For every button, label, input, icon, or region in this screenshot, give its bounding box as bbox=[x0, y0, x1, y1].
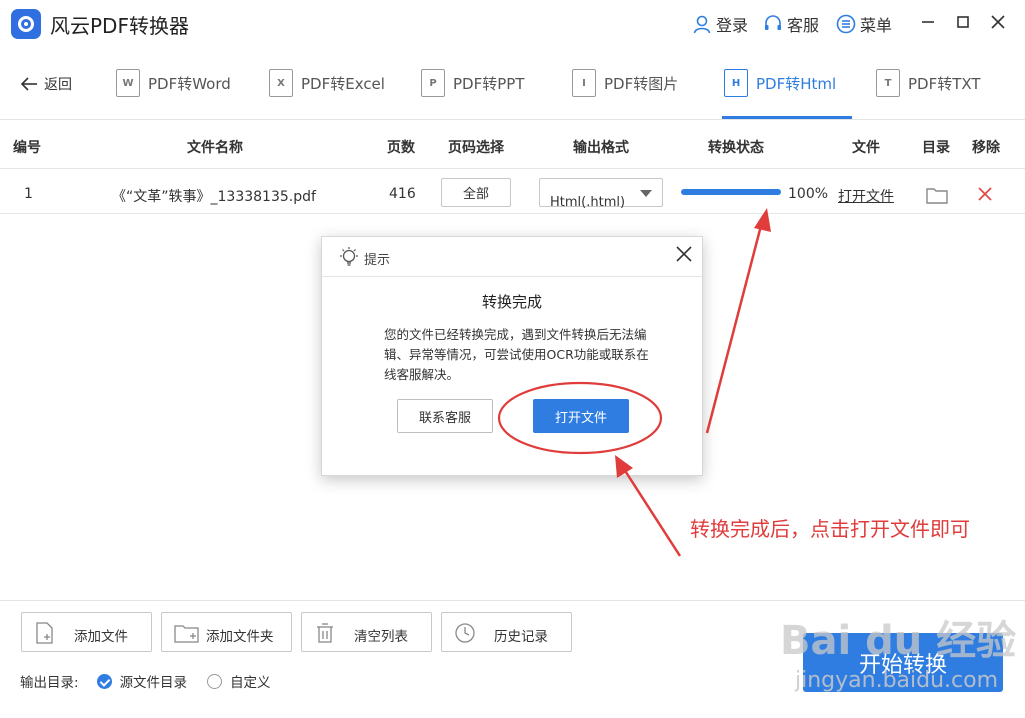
output-dir-label: 输出目录: bbox=[20, 675, 79, 691]
clear-list-label: 清空列表 bbox=[354, 629, 408, 645]
progress-text: 100% bbox=[788, 186, 829, 202]
conversion-complete-dialog: 提示 转换完成 您的文件已经转换完成，遇到文件转换后无法编辑、异常等情况，可尝试… bbox=[321, 236, 703, 476]
source-dir-label: 源文件目录 bbox=[119, 675, 188, 691]
table-header: 编号 文件名称 页数 页码选择 输出格式 转换状态 文件 目录 移除 bbox=[0, 121, 1025, 169]
close-icon bbox=[991, 15, 1005, 29]
menu-button[interactable]: 菜单 bbox=[836, 12, 892, 36]
tab-pdf-to-image[interactable]: I PDF转图片 bbox=[572, 68, 678, 98]
app-title: 风云PDF转换器 bbox=[50, 14, 189, 38]
tab-label: PDF转Excel bbox=[301, 74, 385, 93]
dialog-heading: 转换完成 bbox=[481, 293, 542, 311]
header-range: 页码选择 bbox=[448, 140, 504, 156]
page-range-button[interactable]: 全部 bbox=[441, 178, 511, 207]
progress-fill bbox=[681, 189, 781, 195]
tab-pdf-to-txt[interactable]: T PDF转TXT bbox=[876, 68, 981, 98]
login-button[interactable]: 登录 bbox=[692, 12, 748, 36]
clear-list-button[interactable]: 清空列表 bbox=[301, 612, 432, 652]
header-name: 文件名称 bbox=[187, 140, 243, 156]
login-label: 登录 bbox=[716, 16, 749, 35]
headset-icon bbox=[765, 15, 781, 30]
tab-label: PDF转图片 bbox=[604, 74, 679, 93]
clock-icon bbox=[454, 622, 476, 648]
history-label: 历史记录 bbox=[494, 629, 548, 645]
active-tab-indicator bbox=[722, 116, 852, 119]
back-button[interactable]: 返回 bbox=[20, 74, 72, 94]
output-format-value: Html(.html) bbox=[550, 195, 626, 210]
contact-service-button[interactable]: 联系客服 bbox=[397, 399, 493, 433]
tab-label: PDF转TXT bbox=[908, 74, 981, 93]
menu-icon bbox=[836, 14, 856, 34]
trash-icon bbox=[314, 622, 336, 648]
tab-pdf-to-html[interactable]: H PDF转Html bbox=[724, 68, 836, 98]
header-num: 编号 bbox=[13, 140, 41, 156]
header-file: 文件 bbox=[852, 140, 880, 156]
add-file-button[interactable]: 添加文件 bbox=[21, 612, 152, 652]
pdf-word-icon: W bbox=[116, 69, 140, 97]
menu-label: 菜单 bbox=[860, 16, 893, 35]
radio-source-dir[interactable] bbox=[96, 673, 112, 689]
output-directory: 输出目录: 源文件目录 自定义 bbox=[20, 671, 271, 691]
service-button[interactable]: 客服 bbox=[763, 12, 819, 36]
header-remove: 移除 bbox=[972, 140, 1000, 156]
header-status: 转换状态 bbox=[708, 140, 764, 156]
tab-label: PDF转Word bbox=[148, 74, 231, 93]
tab-label: PDF转PPT bbox=[453, 74, 525, 93]
row-pages: 416 bbox=[389, 186, 416, 202]
add-file-label: 添加文件 bbox=[74, 629, 128, 645]
chevron-down-icon bbox=[640, 190, 652, 197]
minimize-button[interactable] bbox=[918, 12, 938, 32]
dialog-close-icon[interactable] bbox=[676, 245, 692, 267]
title-bar: 风云PDF转换器 登录 客服 菜单 bbox=[0, 0, 1025, 46]
tab-pdf-to-excel[interactable]: X PDF转Excel bbox=[269, 68, 385, 98]
arrow-to-progress bbox=[705, 208, 771, 434]
header-dir: 目录 bbox=[922, 140, 950, 156]
pdf-txt-icon: T bbox=[876, 69, 900, 97]
header-pages: 页数 bbox=[387, 140, 415, 156]
history-button[interactable]: 历史记录 bbox=[441, 612, 572, 652]
add-folder-icon bbox=[174, 622, 200, 648]
row-num: 1 bbox=[24, 186, 33, 202]
dialog-message: 您的文件已经转换完成，遇到文件转换后无法编辑、异常等情况，可尝试使用OCR功能或… bbox=[384, 327, 649, 382]
header-format: 输出格式 bbox=[573, 140, 629, 156]
tab-pdf-to-word[interactable]: W PDF转Word bbox=[116, 68, 231, 98]
watermark-url: jingyan.baidu.com bbox=[795, 668, 999, 693]
remove-icon[interactable] bbox=[977, 186, 993, 207]
bottom-divider bbox=[0, 600, 1025, 601]
row-file-name: 《“文革”轶事》_13338135.pdf bbox=[112, 189, 316, 205]
pdf-ppt-icon: P bbox=[421, 69, 445, 97]
add-folder-button[interactable]: 添加文件夹 bbox=[161, 612, 292, 652]
table-row: 1 《“文革”轶事》_13338135.pdf 416 全部 Html(.htm… bbox=[0, 170, 1025, 214]
annotation-text: 转换完成后，点击打开文件即可 bbox=[690, 517, 970, 541]
arrow-left-icon bbox=[20, 77, 37, 91]
radio-custom-dir[interactable] bbox=[207, 673, 223, 689]
folder-icon[interactable] bbox=[926, 186, 948, 208]
progress-bar bbox=[681, 189, 781, 195]
back-label: 返回 bbox=[44, 77, 72, 93]
tab-pdf-to-ppt[interactable]: P PDF转PPT bbox=[421, 68, 524, 98]
custom-dir-label: 自定义 bbox=[230, 675, 271, 691]
minimize-icon bbox=[922, 21, 934, 23]
baidu-jingyan-watermark: Bai du 经验 bbox=[780, 618, 1017, 664]
tab-label: PDF转Html bbox=[756, 74, 837, 93]
open-file-button[interactable]: 打开文件 bbox=[533, 399, 629, 433]
add-folder-label: 添加文件夹 bbox=[206, 629, 274, 645]
maximize-icon bbox=[957, 16, 969, 28]
pdf-image-icon: I bbox=[572, 69, 596, 97]
tab-bar: 返回 W PDF转Word X PDF转Excel P PDF转PPT I PD… bbox=[0, 46, 1025, 120]
service-label: 客服 bbox=[787, 16, 820, 35]
output-format-select[interactable]: Html(.html) bbox=[539, 178, 663, 210]
dialog-title: 提示 bbox=[364, 253, 391, 268]
close-window-button[interactable] bbox=[988, 12, 1008, 32]
pdf-html-icon: H bbox=[724, 69, 748, 97]
open-file-link[interactable]: 打开文件 bbox=[838, 186, 894, 206]
user-icon bbox=[693, 15, 711, 34]
add-file-icon bbox=[34, 622, 56, 648]
dialog-header: 提示 bbox=[322, 237, 702, 277]
app-logo-icon bbox=[11, 9, 41, 39]
lightbulb-icon bbox=[338, 246, 360, 272]
pdf-excel-icon: X bbox=[269, 69, 293, 97]
maximize-button[interactable] bbox=[953, 12, 973, 32]
